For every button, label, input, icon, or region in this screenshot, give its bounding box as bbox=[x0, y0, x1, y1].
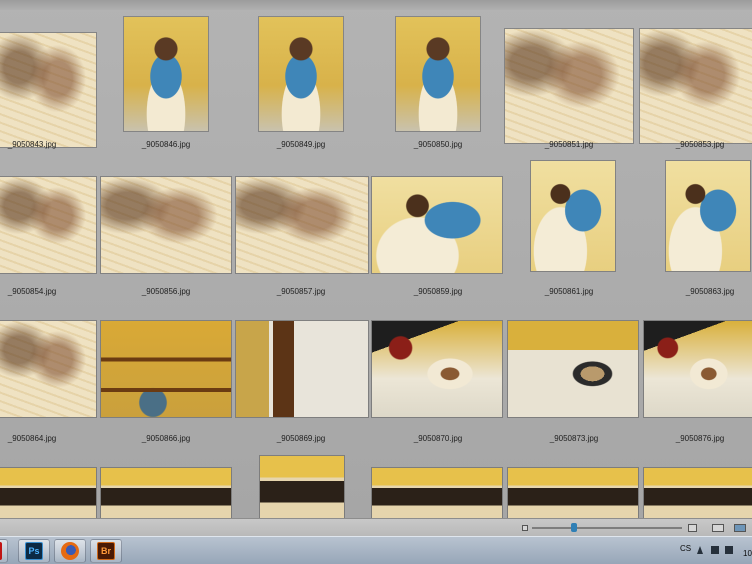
thumbnail-filename[interactable]: _9050859.jpg bbox=[414, 287, 463, 296]
thumbnail-image[interactable] bbox=[0, 177, 96, 273]
thumbnail-image[interactable] bbox=[259, 17, 343, 131]
thumbnail-filename[interactable]: _9050876.jpg bbox=[676, 434, 725, 443]
thumbnail-image[interactable] bbox=[236, 177, 368, 273]
thumbnail-filename[interactable]: _9050843.jpg bbox=[8, 140, 57, 149]
thumbnail-image[interactable] bbox=[101, 321, 231, 417]
firefox-icon bbox=[61, 542, 79, 560]
thumbnail-image[interactable] bbox=[666, 161, 750, 271]
content-browser: _9050843.jpg _9050846.jpg _9050849.jpg _905… bbox=[0, 0, 752, 518]
thumbnail-filename[interactable]: _9050854.jpg bbox=[8, 287, 57, 296]
tray-clock[interactable]: 10 bbox=[743, 549, 752, 558]
thumbnail-image[interactable] bbox=[101, 468, 231, 518]
windows-taskbar: Ps Br CS 10 bbox=[0, 536, 752, 564]
thumbnail-image[interactable] bbox=[236, 321, 368, 417]
photoshop-icon: Ps bbox=[25, 542, 43, 560]
taskbar-firefox[interactable] bbox=[54, 539, 86, 563]
status-bar bbox=[0, 518, 752, 536]
tray-network-icon[interactable] bbox=[725, 546, 733, 554]
thumbnail-filename[interactable]: _9050866.jpg bbox=[142, 434, 191, 443]
thumbnail-image[interactable] bbox=[640, 29, 752, 143]
thumbnail-image[interactable] bbox=[531, 161, 615, 271]
grid-view-icon[interactable] bbox=[712, 524, 724, 532]
app-red-icon bbox=[0, 542, 2, 560]
bridge-icon: Br bbox=[97, 542, 115, 560]
thumbnail-filename[interactable]: _9050846.jpg bbox=[142, 140, 191, 149]
thumbnail-zoom-slider[interactable] bbox=[532, 527, 682, 529]
thumbnail-size-large-icon[interactable] bbox=[688, 524, 697, 532]
thumbnail-image[interactable] bbox=[505, 29, 633, 143]
tray-language[interactable]: CS bbox=[680, 544, 691, 553]
thumbnail-filename[interactable]: _9050864.jpg bbox=[8, 434, 57, 443]
thumbnail-filename[interactable]: _9050856.jpg bbox=[142, 287, 191, 296]
thumbnail-size-small-icon[interactable] bbox=[522, 525, 528, 531]
taskbar-bridge[interactable]: Br bbox=[90, 539, 122, 563]
thumbnail-filename[interactable]: _9050869.jpg bbox=[277, 434, 326, 443]
thumbnail-filename[interactable]: _9050849.jpg bbox=[277, 140, 326, 149]
thumbnail-image[interactable] bbox=[101, 177, 231, 273]
thumbnail-image[interactable] bbox=[0, 321, 96, 417]
thumbnail-image[interactable] bbox=[644, 321, 752, 417]
thumbnail-image[interactable] bbox=[372, 468, 502, 518]
thumbnail-image[interactable] bbox=[508, 468, 638, 518]
thumbnail-filename[interactable]: _9050861.jpg bbox=[545, 287, 594, 296]
zoom-slider-handle[interactable] bbox=[571, 523, 577, 532]
taskbar-app-red[interactable] bbox=[0, 539, 8, 563]
thumbnail-filename[interactable]: _9050863.jpg bbox=[686, 287, 735, 296]
thumbnail-image[interactable] bbox=[372, 321, 502, 417]
tray-flag-icon[interactable] bbox=[711, 546, 719, 554]
thumbnail-filename[interactable]: _9050870.jpg bbox=[414, 434, 463, 443]
thumbnail-image[interactable] bbox=[0, 468, 96, 518]
thumbnail-filename[interactable]: _9050853.jpg bbox=[676, 140, 725, 149]
taskbar-photoshop[interactable]: Ps bbox=[18, 539, 50, 563]
list-view-icon[interactable] bbox=[734, 524, 746, 532]
thumbnail-image[interactable] bbox=[508, 321, 638, 417]
thumbnail-image[interactable] bbox=[372, 177, 502, 273]
thumbnail-image[interactable] bbox=[644, 468, 752, 518]
thumbnail-image[interactable] bbox=[124, 17, 208, 131]
panel-top-edge bbox=[0, 0, 752, 10]
thumbnail-filename[interactable]: _9050850.jpg bbox=[414, 140, 463, 149]
thumbnail-filename[interactable]: _9050851.jpg bbox=[545, 140, 594, 149]
thumbnail-image[interactable] bbox=[0, 33, 96, 147]
thumbnail-image[interactable] bbox=[260, 456, 344, 518]
thumbnail-image[interactable] bbox=[396, 17, 480, 131]
thumbnail-filename[interactable]: _9050873.jpg bbox=[550, 434, 599, 443]
thumbnail-filename[interactable]: _9050857.jpg bbox=[277, 287, 326, 296]
tray-expand-icon[interactable] bbox=[697, 546, 703, 554]
